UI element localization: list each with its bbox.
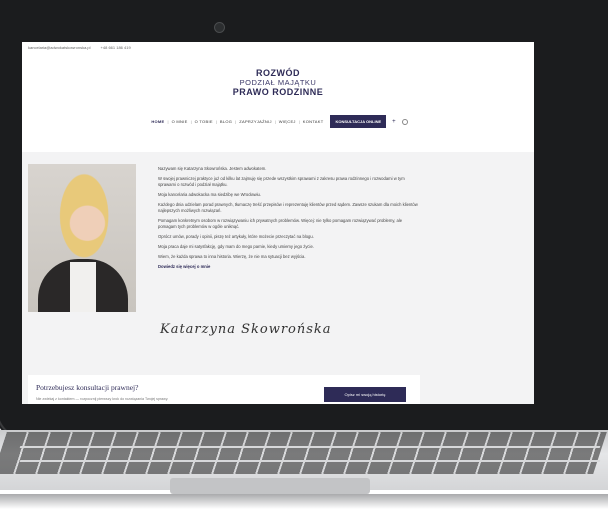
consultation-title: Potrzebujesz konsultacji prawnej? (36, 383, 139, 392)
keyboard-row (19, 460, 601, 462)
webcam-icon (214, 22, 225, 33)
nav-item-o-mnie[interactable]: O MNIE (169, 119, 191, 124)
about-paragraph: Pomagam konkretnym osobom w rozwiązywani… (158, 218, 403, 229)
consultation-subtitle: Nie zwlekaj z kontaktem — rozpocznij pie… (36, 397, 169, 401)
main-navigation: HOME | O MNIE | O TOBIE | BLOG | ZAPRZYJ… (22, 115, 534, 128)
photo-shirt (70, 262, 96, 312)
keyboard-row (19, 446, 601, 448)
consultation-online-button[interactable]: KONSULTACJA ONLINE (330, 115, 387, 128)
site-logo[interactable]: ROZWÓD PODZIAŁ MAJĄTKU PRAWO RODZINNE (22, 68, 534, 97)
laptop-base (0, 430, 608, 509)
consultation-box: Potrzebujesz konsultacji prawnej? Nie zw… (28, 375, 420, 404)
signature: Katarzyna Skowrońska (160, 322, 332, 337)
contact-bar: kancelaria@adwokatskowronska.pl +48 661 … (22, 42, 534, 52)
about-paragraph: W swojej prawniczej praktyce już od kilk… (158, 176, 405, 187)
describe-story-button[interactable]: Opisz mi swoją historię (324, 387, 406, 402)
logo-line-2: PODZIAŁ MAJĄTKU (239, 78, 317, 87)
about-section: Nazywam się Katarzyna Skowrońska. Jestem… (22, 152, 534, 404)
nav-item-blog[interactable]: BLOG (217, 119, 235, 124)
plus-icon[interactable]: + (392, 119, 396, 125)
nav-item-o-tobie[interactable]: O TOBIE (192, 119, 216, 124)
logo-line-1: ROZWÓD (256, 68, 300, 78)
about-paragraph: Moja praca daje mi satysfakcję, gdy mam … (158, 244, 314, 249)
logo-line-3: PRAWO RODZINNE (232, 87, 324, 97)
more-about-me-link[interactable]: Dowiedz się więcej o mnie (158, 264, 418, 270)
nav-item-zaprzyjaznij[interactable]: ZAPRZYJAŹNIJ (236, 119, 275, 124)
phone-text[interactable]: +48 661 186 419 (101, 45, 131, 52)
lawyer-photo (28, 164, 136, 312)
about-text: Nazywam się Katarzyna Skowrońska. Jestem… (158, 166, 418, 274)
laptop-shadow (0, 494, 608, 509)
nav-item-wiecej[interactable]: WIĘCEJ (276, 119, 299, 124)
about-paragraph: Każdego dnia udzielam porad prawnych, tł… (158, 202, 418, 213)
laptop-screen: kancelaria@adwokatskowronska.pl +48 661 … (22, 42, 534, 404)
email-text[interactable]: kancelaria@adwokatskowronska.pl (28, 45, 91, 52)
about-paragraph: Oprócz umów, porady i opinii, piszę też … (158, 234, 314, 239)
nav-item-home[interactable]: HOME (148, 119, 167, 124)
about-paragraph: Moja kancelaria adwokacka ma siedzibę we… (158, 192, 262, 197)
nav-item-kontakt[interactable]: KONTAKT (300, 119, 327, 124)
about-paragraph: Wiem, że każda sprawa to inna historia. … (158, 254, 306, 259)
keyboard (0, 432, 607, 474)
trackpad (170, 478, 370, 494)
search-icon[interactable] (401, 118, 408, 125)
about-paragraph: Nazywam się Katarzyna Skowrońska. Jestem… (158, 166, 267, 171)
